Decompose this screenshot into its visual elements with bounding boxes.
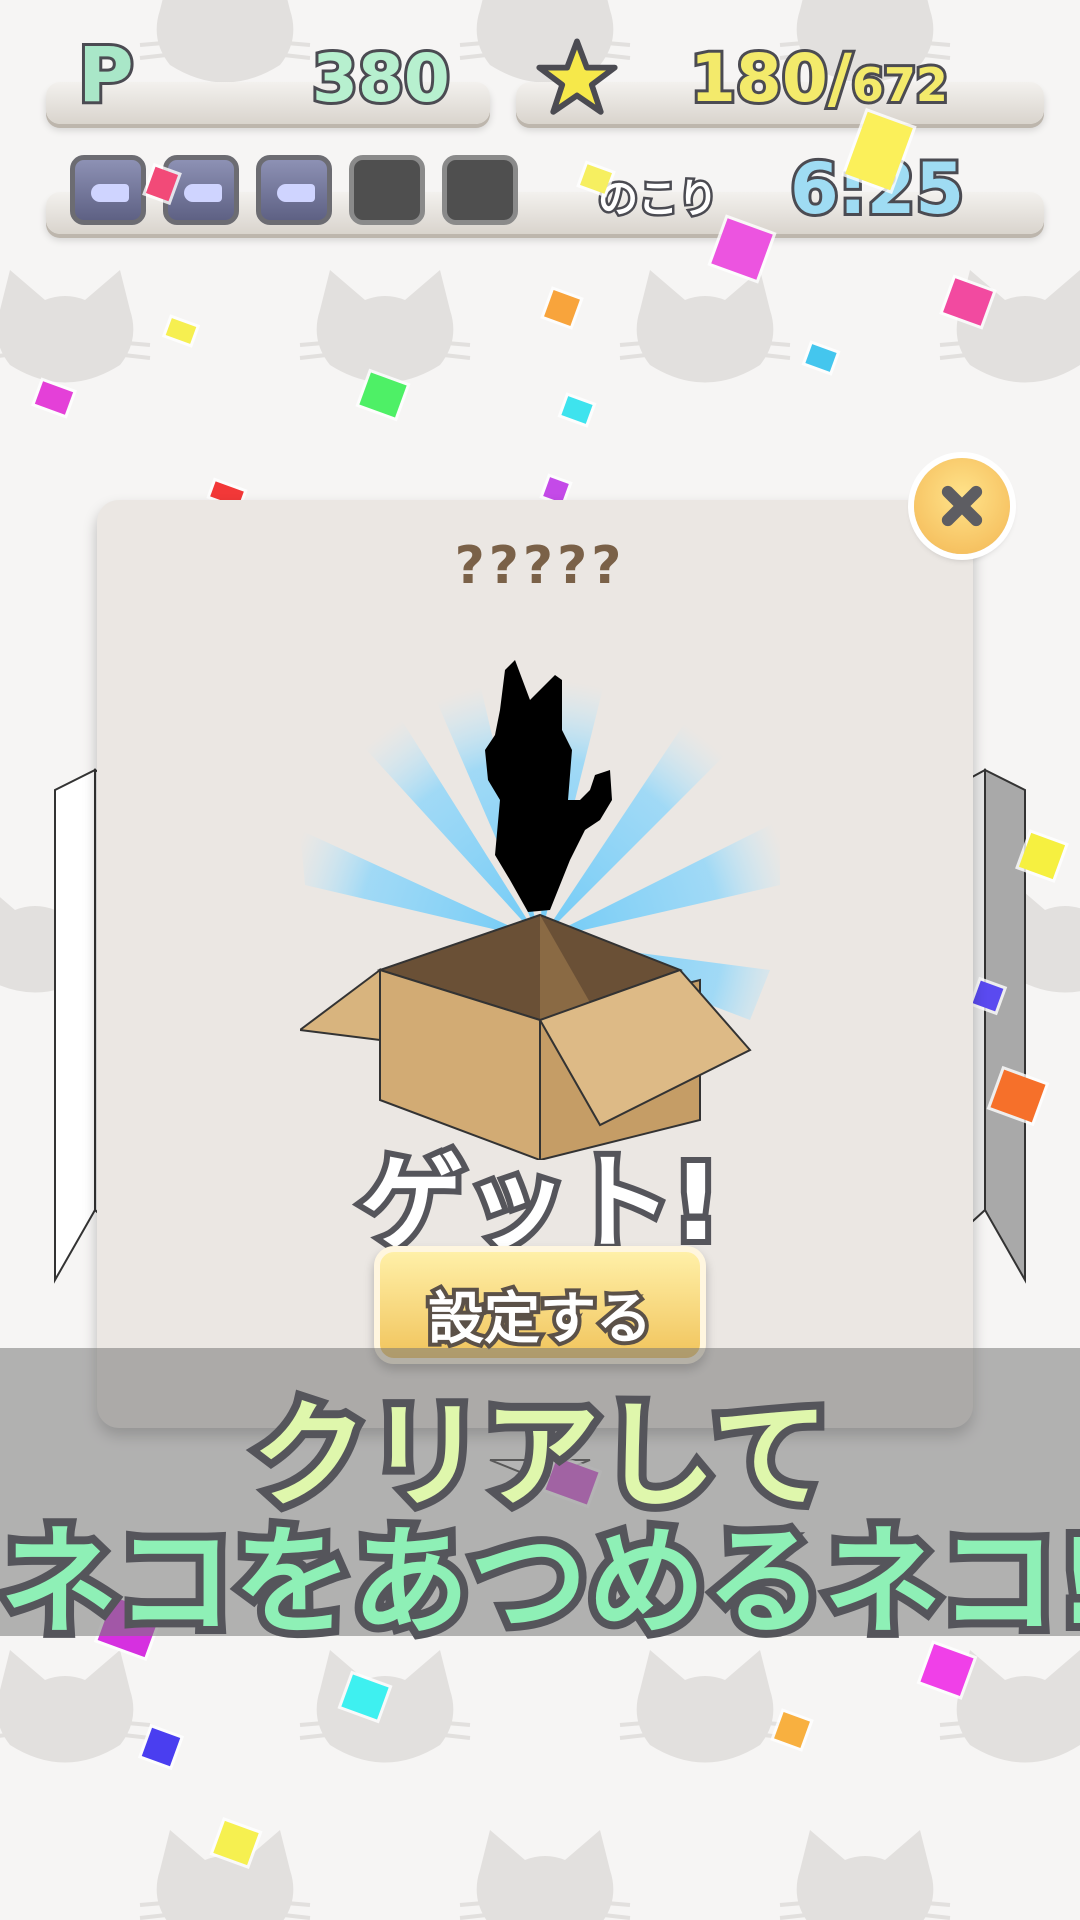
fish-slot-icon [256,155,332,225]
cat-in-box-illustration [300,610,780,1160]
points-value: 380 [309,37,453,120]
empty-fish-slot-icon [349,155,425,225]
points-label: P [75,27,137,122]
empty-fish-slot-icon [442,155,518,225]
fish-slot-icon [70,155,146,225]
stars-collected: 180/672 [687,37,951,120]
star-icon [536,38,618,115]
stars-count-value: 180/ [687,37,855,120]
set-button[interactable]: 設定する [374,1246,706,1364]
set-button-label: 設定する [424,1283,656,1356]
promo-line-2: ネコをあつめるネコ! [0,1505,1080,1659]
modal-title: ????? [454,536,626,596]
remaining-time-label: のこり [596,174,721,225]
close-button[interactable] [914,458,1010,554]
fish-slot-icon [163,155,239,225]
stars-total-value: 672 [849,55,951,115]
